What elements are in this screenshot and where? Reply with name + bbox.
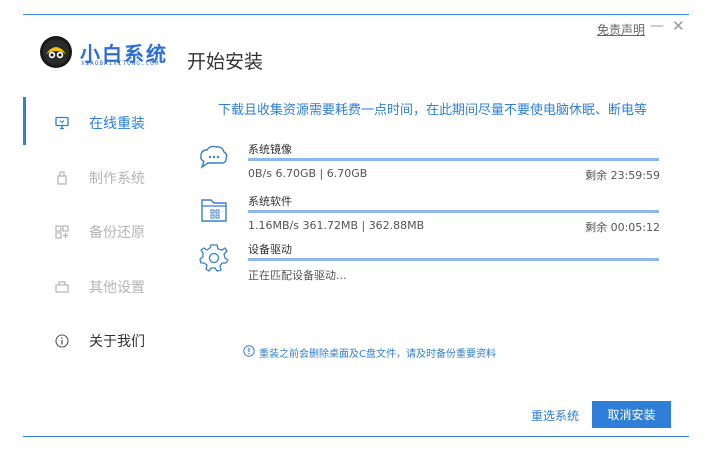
logo-subtitle: XIAOBAIXITONG.COM [81, 60, 160, 67]
progress-fill [248, 210, 659, 213]
software-icon [197, 193, 231, 227]
sidebar-item-label: 备份还原 [89, 225, 145, 241]
info-icon [55, 334, 69, 348]
task-name: 设备驱动 [248, 243, 292, 256]
logo-icon [38, 34, 74, 74]
cancel-install-button[interactable]: 取消安装 [592, 401, 671, 428]
task-remaining: 剩余 23:59:59 [585, 169, 660, 182]
sidebar-item-make-system[interactable]: 制作系统 [55, 167, 145, 189]
info-icon [243, 345, 255, 360]
sidebar-item-backup-restore[interactable]: 备份还原 [55, 221, 145, 243]
backup-icon [55, 225, 69, 239]
bottom-divider [23, 436, 689, 437]
task-name: 系统镜像 [248, 143, 292, 156]
sidebar-active-indicator [23, 97, 26, 145]
settings-box-icon [55, 280, 69, 294]
top-divider [23, 14, 689, 15]
sidebar-item-label: 在线重装 [89, 116, 145, 132]
task-stats: 正在匹配设备驱动... [248, 269, 347, 282]
task-name: 系统软件 [248, 195, 292, 208]
warning-text: 重装之前会删除桌面及C盘文件，请及时备份重要资料 [259, 349, 496, 360]
progress-fill [248, 258, 659, 261]
close-button[interactable]: ✕ [672, 17, 685, 35]
usb-icon [55, 171, 69, 185]
task-remaining: 剩余 00:05:12 [585, 221, 660, 234]
task-row-system-image: 系统镜像 0B/s 6.70GB | 6.70GB 剩余 23:59:59 [197, 141, 660, 182]
sidebar-item-online-reinstall[interactable]: 在线重装 [55, 112, 145, 134]
warning-message: 重装之前会删除桌面及C盘文件，请及时备份重要资料 [243, 345, 496, 360]
disclaimer-link[interactable]: 免责声明 [597, 21, 645, 38]
minimize-button[interactable]: — [650, 18, 664, 34]
sidebar-item-label: 制作系统 [89, 171, 145, 187]
progress-bar [248, 210, 659, 213]
progress-bar [248, 158, 659, 161]
progress-bar [248, 258, 659, 261]
image-icon [197, 141, 231, 175]
task-stats: 1.16MB/s 361.72MB | 362.88MB [248, 219, 425, 232]
task-row-device-drivers: 设备驱动 正在匹配设备驱动... [197, 241, 660, 282]
gear-icon [197, 241, 231, 275]
download-notice: 下载且收集资源需要耗费一点时间，在此期间尽量不要使电脑休眠、断电等 [218, 103, 648, 118]
sidebar-item-label: 关于我们 [89, 334, 145, 350]
sidebar-item-about-us[interactable]: 关于我们 [55, 330, 145, 352]
task-row-system-software: 系统软件 1.16MB/s 361.72MB | 362.88MB 剩余 00:… [197, 193, 660, 234]
sidebar-item-other-settings[interactable]: 其他设置 [55, 276, 145, 298]
monitor-icon [55, 116, 69, 130]
task-stats: 0B/s 6.70GB | 6.70GB [248, 167, 368, 180]
reselect-system-button[interactable]: 重选系统 [531, 407, 579, 424]
sidebar-item-label: 其他设置 [89, 280, 145, 296]
progress-fill [248, 158, 659, 161]
page-title: 开始安装 [187, 51, 264, 73]
